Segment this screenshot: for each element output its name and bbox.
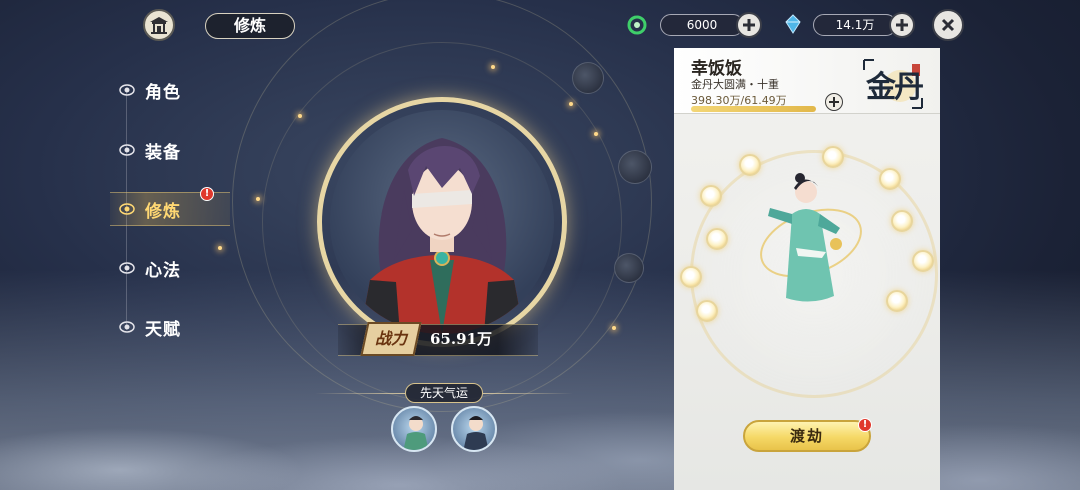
eye-icon	[119, 203, 135, 215]
jade-currency-value: 6000	[660, 14, 744, 36]
realm-seal-text: 金丹	[866, 70, 924, 105]
plus-icon	[743, 19, 755, 31]
star-sparkle	[491, 65, 495, 69]
crystal-gem-icon	[785, 14, 801, 34]
fate-divider-left	[315, 393, 405, 394]
moon-decoration	[614, 253, 644, 283]
tribulation-button[interactable]: 渡劫	[743, 420, 871, 452]
close-icon	[941, 18, 955, 32]
menu-item-equipment[interactable]: 装备	[110, 133, 230, 167]
home-button[interactable]	[143, 9, 175, 41]
pavilion-icon	[150, 17, 168, 34]
fate-divider-right	[483, 393, 573, 394]
star-sparkle	[594, 132, 598, 136]
eye-icon	[119, 144, 135, 156]
crystal-currency-value: 14.1万	[813, 14, 897, 36]
menu-item-character[interactable]: 角色	[110, 73, 230, 107]
menu-item-label: 装备	[145, 142, 181, 163]
eye-icon	[119, 84, 135, 96]
realm-level: 金丹大圆满・十重	[691, 78, 779, 91]
cultivation-exp-fill	[691, 106, 816, 112]
meridian-node[interactable]	[680, 266, 702, 288]
meridian-node[interactable]	[886, 290, 908, 312]
combat-power-value: 65.91万	[430, 330, 492, 348]
eye-icon	[119, 321, 135, 333]
star-sparkle	[218, 246, 222, 250]
star-sparkle	[612, 326, 616, 330]
menu-item-label: 角色	[145, 82, 181, 103]
notification-badge: !	[200, 187, 214, 201]
eye-icon	[119, 262, 135, 274]
add-crystal-button[interactable]	[889, 12, 915, 38]
meridian-node[interactable]	[879, 168, 901, 190]
plus-icon	[896, 19, 908, 31]
character-portrait[interactable]	[330, 110, 554, 334]
jade-coin-icon	[627, 15, 647, 35]
fortune-slot-1[interactable]	[391, 406, 437, 452]
realm-seal: 金丹	[860, 56, 926, 112]
character-illustration	[360, 138, 524, 334]
close-button[interactable]	[932, 9, 964, 41]
meridian-node[interactable]	[891, 210, 913, 232]
innate-fortune-label: 先天气运	[405, 383, 483, 403]
panel-header: 幸饭饭 金丹大圆满・十重 398.30万/61.49万 金丹	[674, 48, 940, 114]
menu-item-label: 心法	[145, 260, 181, 281]
meridian-node[interactable]	[822, 146, 844, 168]
meridian-node[interactable]	[912, 250, 934, 272]
notification-badge: !	[858, 418, 872, 432]
combat-power-seal-text: 战力	[374, 329, 407, 348]
meridian-node[interactable]	[696, 300, 718, 322]
meridian-node[interactable]	[706, 228, 728, 250]
moon-decoration	[618, 150, 652, 184]
menu-item-talent[interactable]: 天赋	[110, 310, 230, 344]
menu-item-label: 天赋	[145, 319, 181, 340]
menu-item-mind-method[interactable]: 心法	[110, 251, 230, 285]
star-sparkle	[569, 102, 573, 106]
star-sparkle	[256, 197, 260, 201]
cultivator-figure	[760, 173, 862, 302]
cultivation-exp-bar	[691, 106, 816, 112]
meridian-node[interactable]	[700, 185, 722, 207]
add-jade-button[interactable]	[736, 12, 762, 38]
add-exp-button[interactable]	[825, 93, 843, 111]
menu-item-label: 修炼	[145, 201, 181, 222]
combat-power-seal: 战力	[360, 322, 422, 356]
plus-icon	[829, 97, 839, 107]
moon-decoration	[572, 62, 604, 94]
fortune-slot-2[interactable]	[451, 406, 497, 452]
star-sparkle	[298, 114, 302, 118]
page-title: 修炼	[205, 13, 295, 39]
